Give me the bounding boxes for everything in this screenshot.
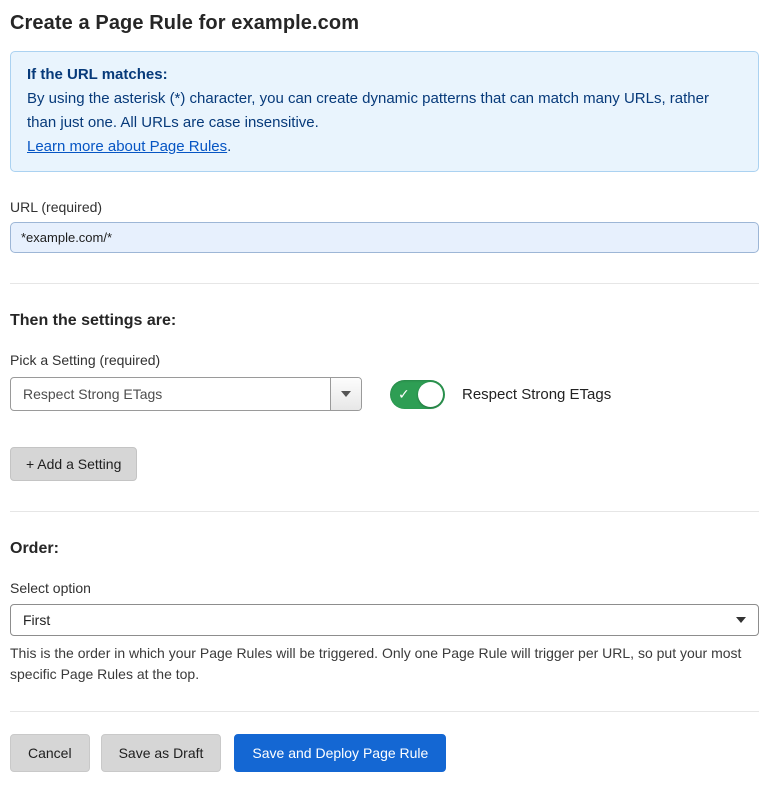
footer-actions: Cancel Save as Draft Save and Deploy Pag… xyxy=(10,734,759,772)
cancel-button[interactable]: Cancel xyxy=(10,734,90,772)
setting-select-dropdown-button[interactable] xyxy=(330,378,361,410)
pick-setting-label: Pick a Setting (required) xyxy=(10,352,759,368)
order-select-label: Select option xyxy=(10,580,759,596)
page-title: Create a Page Rule for example.com xyxy=(10,12,759,35)
chevron-down-icon xyxy=(736,617,746,623)
order-select[interactable]: First xyxy=(10,604,759,636)
url-input[interactable] xyxy=(10,222,759,253)
check-icon: ✓ xyxy=(398,387,410,401)
chevron-down-icon xyxy=(341,391,351,397)
info-box-heading: If the URL matches: xyxy=(27,63,742,87)
toggle-knob xyxy=(418,382,443,407)
save-and-deploy-button[interactable]: Save and Deploy Page Rule xyxy=(234,734,446,772)
url-match-info-box: If the URL matches: By using the asteris… xyxy=(10,51,759,172)
order-help-text: This is the order in which your Page Rul… xyxy=(10,643,750,685)
setting-row: Respect Strong ETags ✓ Respect Strong ET… xyxy=(10,377,759,411)
divider xyxy=(10,283,759,284)
setting-select[interactable]: Respect Strong ETags xyxy=(10,377,362,411)
setting-toggle[interactable]: ✓ xyxy=(390,380,445,409)
toggle-label: Respect Strong ETags xyxy=(462,386,611,403)
order-select-value: First xyxy=(23,612,736,628)
info-box-body: By using the asterisk (*) character, you… xyxy=(27,87,742,135)
divider xyxy=(10,511,759,512)
link-suffix: . xyxy=(227,138,231,155)
add-setting-button[interactable]: + Add a Setting xyxy=(10,447,137,481)
order-section-heading: Order: xyxy=(10,540,759,558)
divider xyxy=(10,711,759,712)
info-box-link-line: Learn more about Page Rules. xyxy=(27,135,742,159)
learn-more-link[interactable]: Learn more about Page Rules xyxy=(27,138,227,155)
save-as-draft-button[interactable]: Save as Draft xyxy=(101,734,222,772)
setting-select-value: Respect Strong ETags xyxy=(11,378,330,410)
settings-section-heading: Then the settings are: xyxy=(10,312,759,330)
url-field-label: URL (required) xyxy=(10,199,759,215)
